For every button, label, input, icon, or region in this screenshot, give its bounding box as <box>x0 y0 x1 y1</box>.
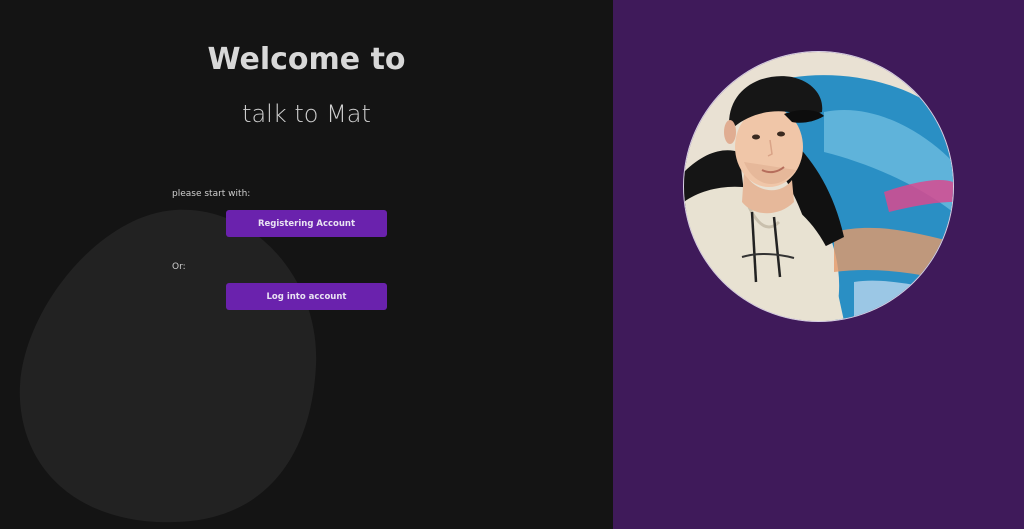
welcome-page: Welcome to talk to Mat please start with… <box>0 0 1024 529</box>
avatar-photo <box>684 52 953 321</box>
page-subtitle: talk to Mat <box>242 100 371 128</box>
page-title: Welcome to <box>207 42 406 77</box>
register-button[interactable]: Registering Account <box>226 210 387 237</box>
profile-panel <box>613 0 1024 529</box>
avatar <box>684 52 953 321</box>
start-hint: please start with: <box>172 189 251 199</box>
login-button[interactable]: Log into account <box>226 283 387 310</box>
or-label: Or: <box>172 262 186 272</box>
welcome-panel: Welcome to talk to Mat please start with… <box>0 0 613 529</box>
